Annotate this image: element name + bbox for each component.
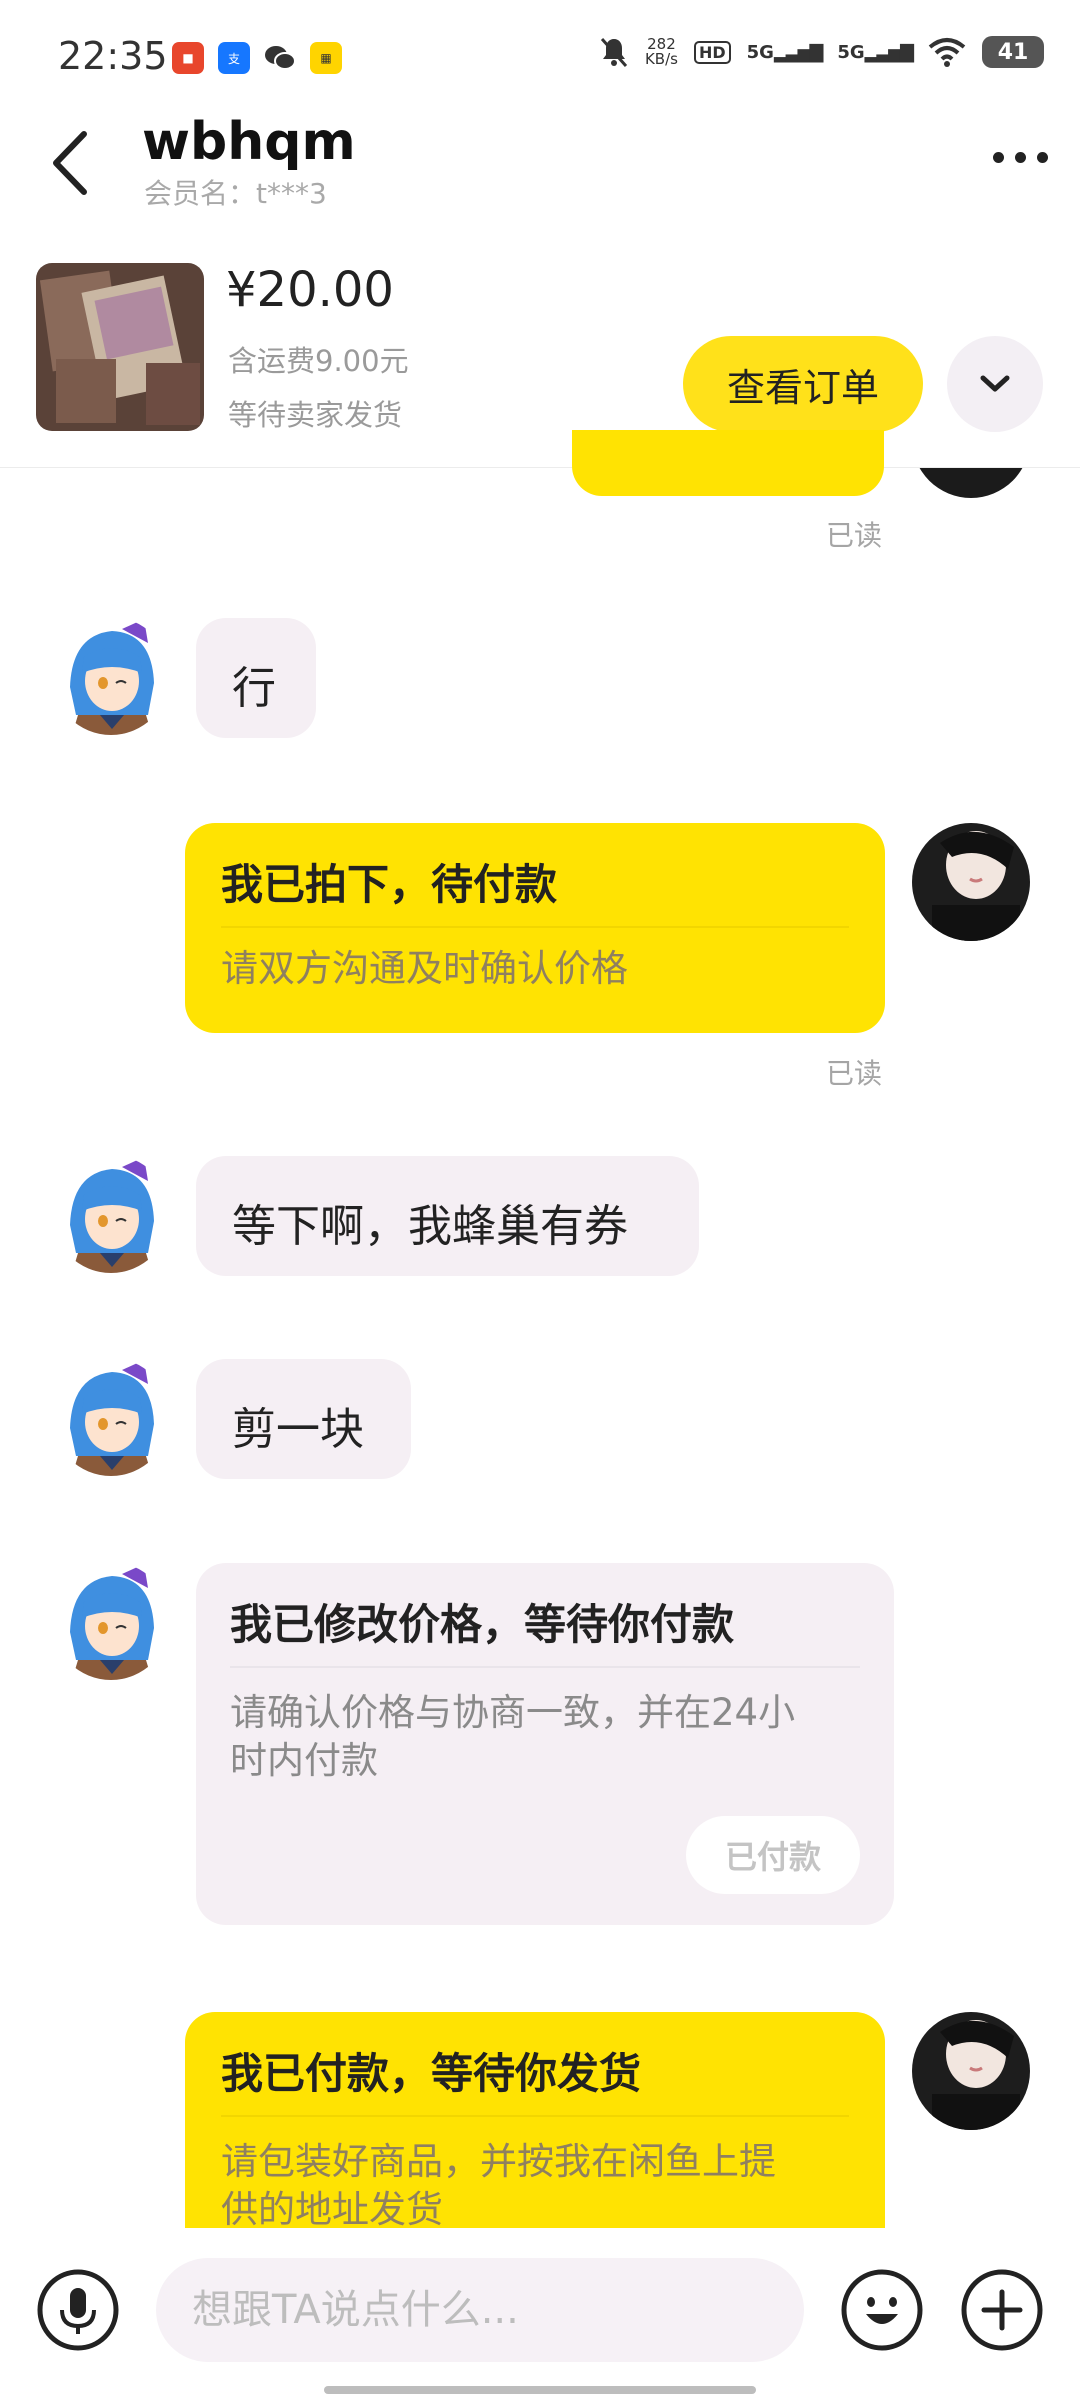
message-bubble-partial[interactable] <box>572 430 884 496</box>
card-description-line1: 请确认价格与协商一致，并在24小 <box>230 1691 796 1734</box>
ticket-app-icon: ▦ <box>310 42 342 74</box>
chat-title: wbhqm <box>142 112 356 172</box>
card-description-line1: 请包装好商品，并按我在闲鱼上提 <box>221 2140 776 2183</box>
signal-5g-1: 5G▂▃▅▇ <box>746 41 824 63</box>
status-app-icons: ■ 支 ▦ <box>172 42 342 74</box>
hd-indicator: HD <box>693 40 731 64</box>
other-avatar[interactable] <box>52 1155 170 1273</box>
card-title: 我已修改价格，等待你付款 <box>230 1600 735 1649</box>
card-description-line2: 供的地址发货 <box>221 2188 443 2228</box>
my-avatar[interactable] <box>912 2012 1030 2130</box>
card-description-line2: 时内付款 <box>230 1739 378 1782</box>
view-order-button[interactable]: 查看订单 <box>683 336 923 432</box>
home-indicator[interactable] <box>324 2386 756 2394</box>
wifi-icon <box>928 38 966 67</box>
signal-5g-2: 5G▂▃▅▇ <box>837 41 914 63</box>
member-name: 会员名：t***3 <box>144 177 327 210</box>
message-text: 等下啊，我蜂巢有券 <box>232 1201 628 1252</box>
expand-button[interactable] <box>947 336 1043 432</box>
product-price: ¥20.00 <box>226 262 394 318</box>
net-speed: 282 KB/s <box>644 35 678 68</box>
message-bubble-other[interactable]: 等下啊，我蜂巢有券 <box>196 1156 699 1276</box>
voice-input-icon[interactable] <box>36 2268 120 2352</box>
wechat-icon <box>264 42 296 74</box>
card-divider <box>230 1666 860 1668</box>
emoji-icon[interactable] <box>840 2268 924 2352</box>
add-attachment-icon[interactable] <box>960 2268 1044 2352</box>
mute-bell-icon <box>600 38 628 67</box>
status-time: 22:35 <box>58 34 168 78</box>
price-changed-card[interactable]: 我已修改价格，等待你付款 请确认价格与协商一致，并在24小 时内付款 已付款 <box>196 1563 894 1925</box>
back-arrow-icon[interactable] <box>48 128 94 198</box>
order-card-placed[interactable]: 我已拍下，待付款 请双方沟通及时确认价格 <box>185 823 885 1033</box>
card-description: 请双方沟通及时确认价格 <box>221 947 628 990</box>
message-bubble-other[interactable]: 行 <box>196 618 316 738</box>
card-title: 我已拍下，待付款 <box>221 860 558 909</box>
battery-indicator: 41 <box>982 36 1044 68</box>
card-divider <box>221 926 849 928</box>
card-title: 我已付款，等待你发货 <box>221 2049 642 2098</box>
order-status: 等待卖家发货 <box>228 398 403 432</box>
status-indicators: 282 KB/s HD 5G▂▃▅▇ 5G▂▃▅▇ 41 <box>599 36 1044 68</box>
card-divider <box>221 2115 849 2117</box>
payment-done-card[interactable]: 我已付款，等待你发货 请包装好商品，并按我在闲鱼上提 供的地址发货 <box>185 2012 885 2228</box>
message-text: 剪一块 <box>232 1404 364 1455</box>
message-input[interactable] <box>156 2258 804 2362</box>
product-thumbnail[interactable] <box>36 263 204 431</box>
paid-button[interactable]: 已付款 <box>686 1816 860 1894</box>
other-avatar[interactable] <box>52 1358 170 1476</box>
other-avatar[interactable] <box>52 1562 170 1680</box>
read-receipt: 已读 <box>826 519 883 552</box>
message-bubble-other[interactable]: 剪一块 <box>196 1359 411 1479</box>
message-text: 行 <box>232 663 276 714</box>
chevron-down-icon <box>980 375 1010 392</box>
pingan-bank-icon: ■ <box>172 42 204 74</box>
my-avatar[interactable] <box>912 823 1030 941</box>
more-options-icon[interactable] <box>993 152 1048 163</box>
shipping-fee: 含运费9.00元 <box>228 344 409 378</box>
read-receipt: 已读 <box>826 1057 883 1090</box>
header-divider <box>0 467 1080 468</box>
alipay-icon: 支 <box>218 42 250 74</box>
other-avatar[interactable] <box>52 617 170 735</box>
